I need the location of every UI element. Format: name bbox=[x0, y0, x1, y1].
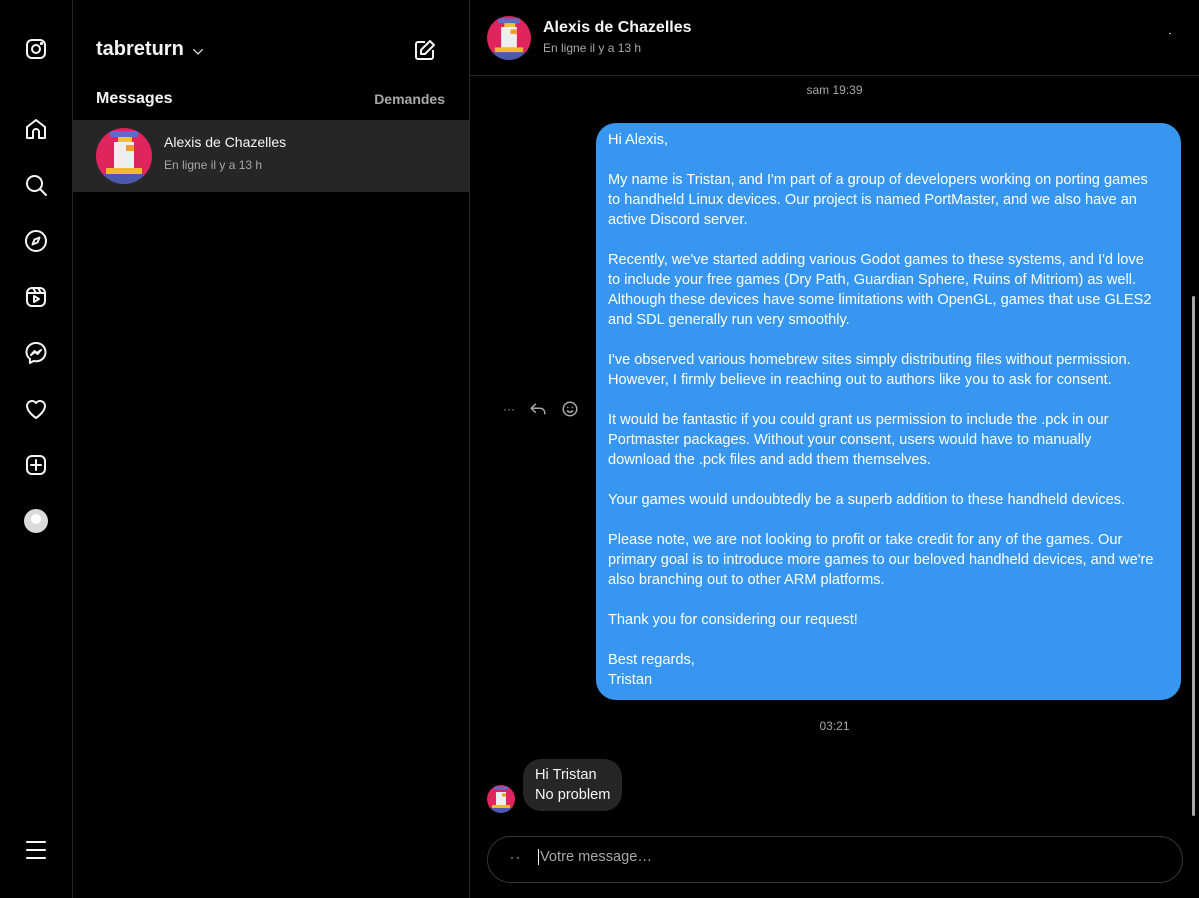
message-paragraph: Hi Alexis, bbox=[608, 130, 1169, 150]
message-line: My name is Tristan, and I'm part of a gr… bbox=[608, 172, 1148, 188]
timestamp: 03:21 bbox=[819, 719, 850, 733]
message-paragraph: Thank you for considering our request! bbox=[608, 610, 1169, 630]
message-line: and SDL generally run very smoothly. bbox=[608, 312, 850, 328]
message-paragraph: Your games would undoubtedly be a superb… bbox=[608, 490, 1169, 510]
message-actions: ··· bbox=[503, 400, 579, 418]
menu-icon[interactable] bbox=[23, 837, 49, 863]
instagram-logo-icon[interactable] bbox=[23, 36, 49, 62]
message-line: active Discord server. bbox=[608, 212, 748, 228]
requests-link[interactable]: Demandes bbox=[374, 91, 445, 107]
message-line: download the .pck files and add them the… bbox=[608, 452, 931, 468]
chat-header: Alexis de Chazelles En ligne il y a 13 h bbox=[470, 0, 1199, 76]
message-line: Your games would undoubtedly be a superb… bbox=[608, 492, 1126, 508]
avatar bbox=[96, 128, 152, 184]
message-line: However, I firmly believe in reaching ou… bbox=[608, 372, 1112, 388]
message-line: also branching out to other ARM platform… bbox=[608, 572, 885, 588]
sent-message-bubble[interactable]: Hi Alexis, My name is Tristan, and I'm pa… bbox=[596, 123, 1181, 700]
message-line: Tristan bbox=[608, 672, 653, 688]
conversation-name: Alexis de Chazelles bbox=[164, 134, 287, 150]
emoji-icon[interactable] bbox=[503, 848, 527, 872]
chat-panel: Alexis de Chazelles En ligne il y a 13 h… bbox=[470, 0, 1199, 898]
contact-name[interactable]: Alexis de Chazelles bbox=[543, 19, 692, 37]
messenger-icon[interactable] bbox=[23, 340, 49, 366]
account-switcher[interactable]: tabreturn bbox=[96, 38, 184, 61]
message-line: It would be fantastic if you could grant… bbox=[608, 412, 1109, 428]
messages-heading: Messages bbox=[96, 90, 173, 107]
message-input[interactable]: Votre message… bbox=[538, 849, 652, 865]
more-options-icon[interactable]: ··· bbox=[503, 402, 515, 416]
search-icon[interactable] bbox=[23, 172, 49, 198]
message-paragraph: My name is Tristan, and I'm part of a gr… bbox=[608, 170, 1169, 230]
explore-icon[interactable] bbox=[23, 228, 49, 254]
message-line: Although these devices have some limitat… bbox=[608, 292, 1152, 308]
like-heart-icon[interactable] bbox=[1134, 848, 1158, 872]
compose-icon[interactable] bbox=[413, 38, 437, 62]
chevron-down-icon[interactable] bbox=[191, 44, 205, 58]
message-line: to include your free games (Dry Path, Gu… bbox=[608, 272, 1137, 288]
message-line: Please note, we are not looking to profi… bbox=[608, 532, 1123, 548]
reply-icon[interactable] bbox=[529, 400, 547, 418]
image-icon[interactable] bbox=[1095, 848, 1119, 872]
home-icon[interactable] bbox=[23, 116, 49, 142]
message-paragraph: I've observed various homebrew sites sim… bbox=[608, 350, 1169, 390]
conversation-item[interactable]: Alexis de Chazelles En ligne il y a 13 h bbox=[73, 120, 469, 192]
contact-avatar[interactable] bbox=[487, 16, 531, 60]
heart-icon[interactable] bbox=[23, 396, 49, 422]
received-message-bubble[interactable]: Hi Tristan No problem bbox=[523, 759, 623, 811]
message-line: to handheld Linux devices. Our project i… bbox=[608, 192, 1137, 208]
message-paragraph: Recently, we've started adding various G… bbox=[608, 250, 1169, 330]
profile-avatar[interactable] bbox=[23, 508, 49, 534]
message-line: Hi Tristan bbox=[535, 767, 597, 783]
message-line: Recently, we've started adding various G… bbox=[608, 252, 1144, 268]
message-line: Portmaster packages. Without your consen… bbox=[608, 432, 1092, 448]
scrollbar[interactable] bbox=[1192, 296, 1195, 816]
message-line: Thank you for considering our request! bbox=[608, 612, 858, 628]
message-line: I've observed various homebrew sites sim… bbox=[608, 352, 1131, 368]
nav-rail bbox=[0, 0, 73, 898]
phone-icon[interactable] bbox=[1078, 26, 1102, 50]
reels-icon[interactable] bbox=[23, 284, 49, 310]
microphone-icon[interactable] bbox=[1055, 848, 1079, 872]
video-call-icon[interactable] bbox=[1118, 26, 1144, 50]
message-paragraph: It would be fantastic if you could grant… bbox=[608, 410, 1169, 470]
create-icon[interactable] bbox=[23, 452, 49, 478]
timestamp: sam 19:39 bbox=[806, 83, 863, 97]
sender-avatar[interactable] bbox=[487, 785, 515, 813]
message-line: primary goal is to introduce more games … bbox=[608, 552, 1154, 568]
message-line: Best regards, bbox=[608, 652, 695, 668]
info-icon[interactable] bbox=[1158, 26, 1182, 50]
react-emoji-icon[interactable] bbox=[561, 400, 579, 418]
conversation-status: En ligne il y a 13 h bbox=[164, 158, 263, 172]
message-paragraph: Please note, we are not looking to profi… bbox=[608, 530, 1169, 590]
inbox-panel: tabreturn Messages Demandes Alexis de Ch… bbox=[73, 0, 470, 898]
message-composer[interactable]: Votre message… bbox=[487, 836, 1183, 883]
message-line: No problem bbox=[535, 787, 611, 803]
message-line: Hi Alexis, bbox=[608, 132, 669, 148]
contact-status: En ligne il y a 13 h bbox=[543, 41, 642, 55]
message-paragraph: Best regards, Tristan bbox=[608, 650, 1169, 690]
